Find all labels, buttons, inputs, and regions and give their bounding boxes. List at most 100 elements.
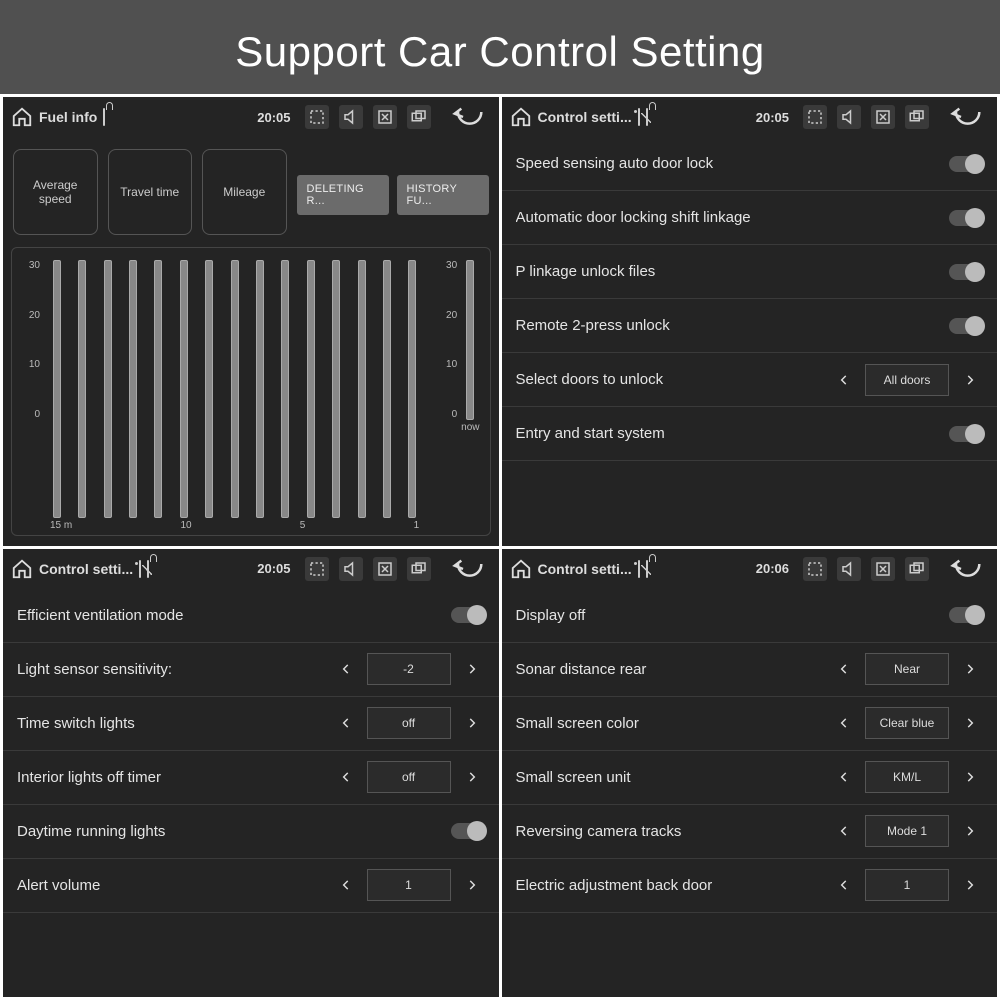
multitask-icon[interactable]	[905, 105, 929, 129]
chevron-right-icon[interactable]	[459, 764, 485, 790]
value-box[interactable]: Mode 1	[865, 815, 949, 847]
setting-row[interactable]: Select doors to unlockAll doors	[502, 353, 998, 407]
chevron-right-icon[interactable]	[459, 872, 485, 898]
screenshot-icon[interactable]	[305, 557, 329, 581]
chevron-left-icon[interactable]	[333, 710, 359, 736]
screenshot-icon[interactable]	[305, 105, 329, 129]
home-icon[interactable]	[11, 106, 33, 128]
toggle-switch[interactable]	[451, 823, 485, 839]
setting-row[interactable]: Time switch lightsoff	[3, 697, 499, 751]
chevron-left-icon[interactable]	[333, 656, 359, 682]
chevron-left-icon[interactable]	[831, 764, 857, 790]
screen-title: Control setti...	[538, 561, 632, 577]
setting-row[interactable]: Entry and start system	[502, 407, 998, 461]
home-icon[interactable]	[11, 558, 33, 580]
statusbar: Control setti... 20:06	[502, 549, 998, 589]
lock-icon	[646, 109, 648, 125]
setting-row[interactable]: Remote 2-press unlock	[502, 299, 998, 353]
multitask-icon[interactable]	[407, 105, 431, 129]
screen-title: Control setti...	[538, 109, 632, 125]
tile-average-speed[interactable]: Average speed	[13, 149, 98, 235]
setting-label: Remote 2-press unlock	[516, 317, 942, 334]
value-box[interactable]: -2	[367, 653, 451, 685]
setting-row[interactable]: Display off	[502, 589, 998, 643]
panels-grid: Fuel info 20:05 Average speed Travel tim…	[0, 94, 1000, 1000]
setting-row[interactable]: Efficient ventilation mode	[3, 589, 499, 643]
chevron-left-icon[interactable]	[333, 872, 359, 898]
multitask-icon[interactable]	[905, 557, 929, 581]
chevron-left-icon[interactable]	[831, 656, 857, 682]
close-app-icon[interactable]	[871, 105, 895, 129]
chevron-right-icon[interactable]	[957, 656, 983, 682]
mute-icon[interactable]	[339, 557, 363, 581]
value-box[interactable]: 1	[865, 869, 949, 901]
setting-row[interactable]: P linkage unlock files	[502, 245, 998, 299]
chevron-right-icon[interactable]	[957, 367, 983, 393]
setting-row[interactable]: Small screen unitKM/L	[502, 751, 998, 805]
setting-row[interactable]: Speed sensing auto door lock	[502, 137, 998, 191]
setting-label: P linkage unlock files	[516, 263, 942, 280]
mute-icon[interactable]	[837, 105, 861, 129]
toggle-switch[interactable]	[451, 607, 485, 623]
screenshot-icon[interactable]	[803, 105, 827, 129]
multitask-icon[interactable]	[407, 557, 431, 581]
fuel-chart: 3020100 15 m1051 3020100 now	[11, 247, 491, 536]
setting-label: Efficient ventilation mode	[17, 607, 443, 624]
toggle-switch[interactable]	[949, 318, 983, 334]
value-box[interactable]: Near	[865, 653, 949, 685]
setting-row[interactable]: Alert volume1	[3, 859, 499, 913]
chevron-right-icon[interactable]	[957, 872, 983, 898]
setting-label: Speed sensing auto door lock	[516, 155, 942, 172]
setting-row[interactable]: Small screen colorClear blue	[502, 697, 998, 751]
home-icon[interactable]	[510, 106, 532, 128]
back-button[interactable]	[445, 103, 491, 131]
setting-row[interactable]: Interior lights off timer off	[3, 751, 499, 805]
chevron-left-icon[interactable]	[831, 710, 857, 736]
setting-label: Interior lights off timer	[17, 769, 325, 786]
chevron-right-icon[interactable]	[957, 764, 983, 790]
mute-icon[interactable]	[339, 105, 363, 129]
chevron-right-icon[interactable]	[957, 818, 983, 844]
settings-list: Efficient ventilation mode Light sensor s…	[3, 589, 499, 998]
setting-row[interactable]: Electric adjustment back door1	[502, 859, 998, 913]
value-box[interactable]: off	[367, 707, 451, 739]
back-button[interactable]	[445, 555, 491, 583]
setting-row[interactable]: Light sensor sensitivity:-2	[3, 643, 499, 697]
chevron-right-icon[interactable]	[957, 710, 983, 736]
history-fuel-button[interactable]: HISTORY FU...	[397, 175, 489, 215]
value-box[interactable]: KM/L	[865, 761, 949, 793]
value-box[interactable]: All doors	[865, 364, 949, 396]
back-button[interactable]	[943, 555, 989, 583]
mute-icon[interactable]	[837, 557, 861, 581]
chevron-right-icon[interactable]	[459, 710, 485, 736]
tile-mileage[interactable]: Mileage	[202, 149, 287, 235]
back-button[interactable]	[943, 103, 989, 131]
chevron-left-icon[interactable]	[831, 872, 857, 898]
toggle-switch[interactable]	[949, 607, 983, 623]
value-box[interactable]: off	[367, 761, 451, 793]
setting-row[interactable]: Daytime running lights	[3, 805, 499, 859]
setting-row[interactable]: Sonar distance rearNear	[502, 643, 998, 697]
close-app-icon[interactable]	[373, 557, 397, 581]
toggle-switch[interactable]	[949, 426, 983, 442]
home-icon[interactable]	[510, 558, 532, 580]
screenshot-icon[interactable]	[803, 557, 827, 581]
tile-travel-time[interactable]: Travel time	[108, 149, 193, 235]
delete-records-button[interactable]: DELETING R...	[297, 175, 389, 215]
chevron-right-icon[interactable]	[459, 656, 485, 682]
chevron-left-icon[interactable]	[831, 367, 857, 393]
close-app-icon[interactable]	[373, 105, 397, 129]
setting-row[interactable]: Automatic door locking shift linkage	[502, 191, 998, 245]
setting-row[interactable]: Reversing camera tracksMode 1	[502, 805, 998, 859]
toggle-switch[interactable]	[949, 210, 983, 226]
toggle-switch[interactable]	[949, 264, 983, 280]
chevron-left-icon[interactable]	[831, 818, 857, 844]
close-app-icon[interactable]	[871, 557, 895, 581]
toggle-switch[interactable]	[949, 156, 983, 172]
value-box[interactable]: Clear blue	[865, 707, 949, 739]
chevron-left-icon[interactable]	[333, 764, 359, 790]
setting-label: Daytime running lights	[17, 823, 443, 840]
value-box[interactable]: 1	[367, 869, 451, 901]
panel-control-3: Control setti... 20:06 Display offSonar …	[502, 549, 998, 998]
image-icon	[638, 109, 640, 125]
